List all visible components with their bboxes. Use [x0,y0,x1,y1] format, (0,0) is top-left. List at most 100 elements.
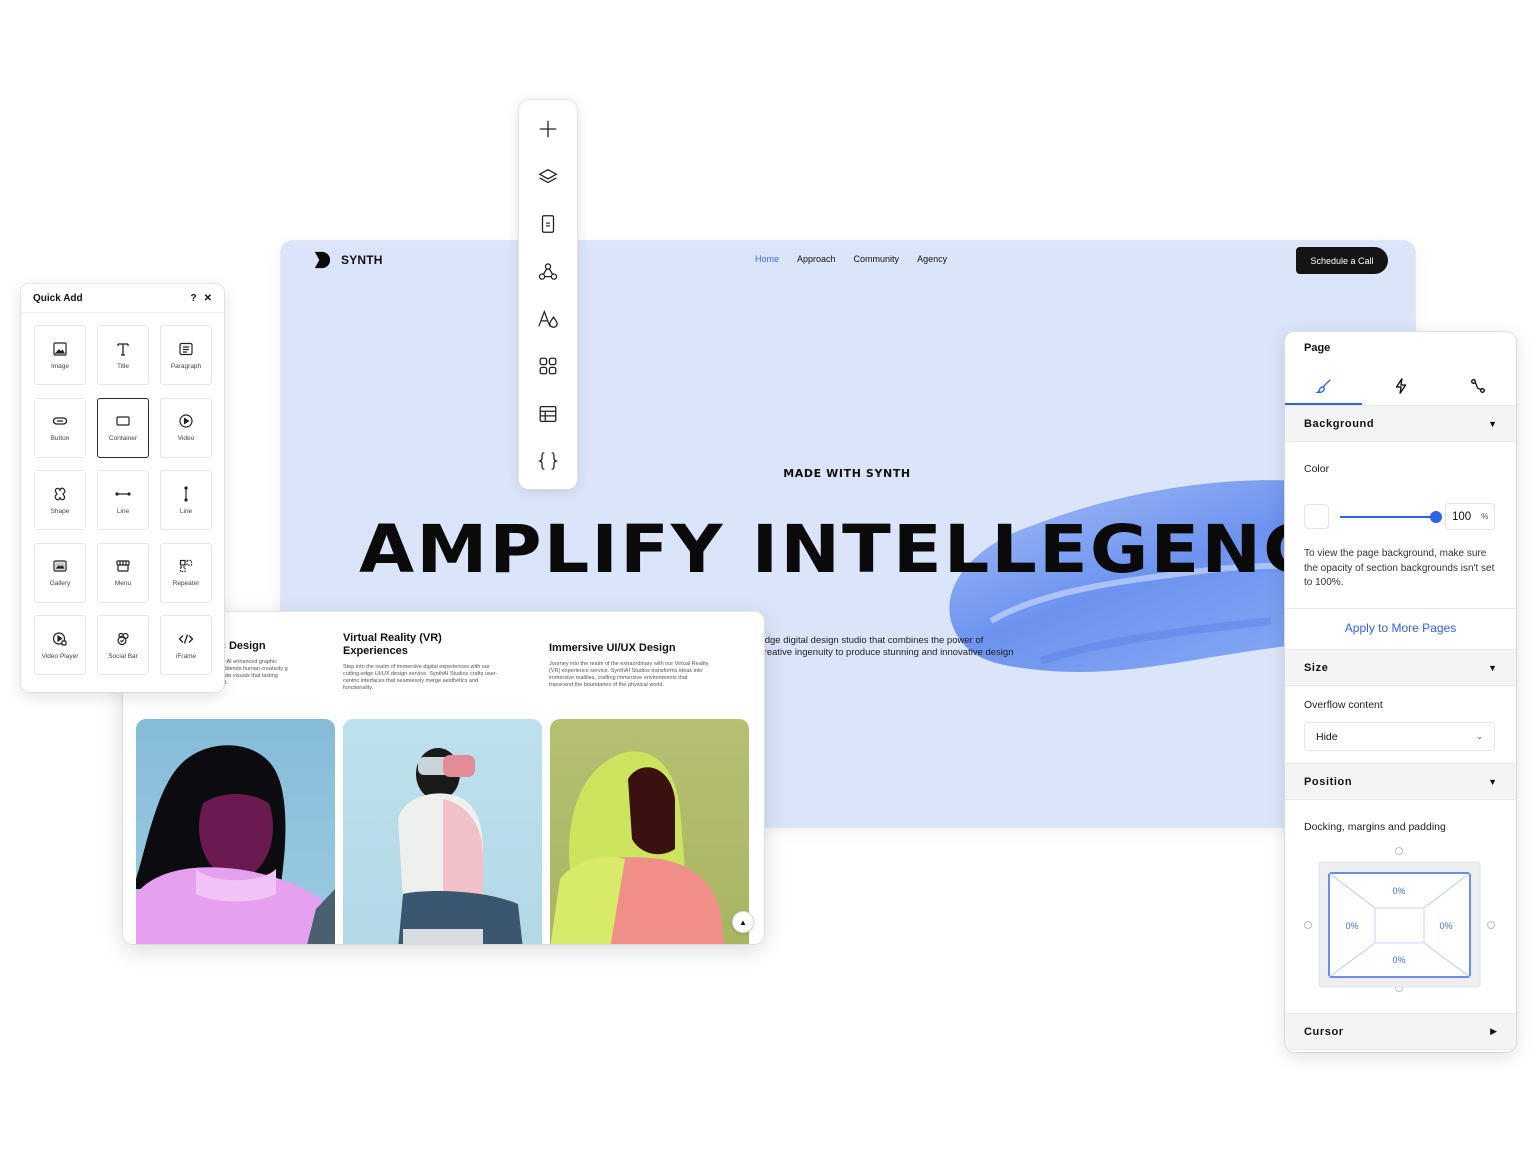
tab-connections[interactable] [1439,367,1516,405]
section-size-header[interactable]: Size ▼ [1285,649,1516,686]
quick-add-label: iFrame [175,652,197,660]
nav-agency[interactable]: Agency [917,254,947,264]
hero-subtitle-line: h creative ingenuity to produce stunning… [751,647,1014,658]
code-braces-icon [537,452,559,471]
typography-icon [538,309,558,328]
quick-add-gallery[interactable]: Gallery [34,542,86,603]
service-title: Immersive UI/UX Design [549,642,676,654]
quick-add-iframe[interactable]: iFrame [160,615,212,675]
margin-top-value[interactable]: 0% [1392,886,1405,896]
section-background-header[interactable]: Background ▼ [1285,405,1516,442]
margin-left-value[interactable]: 0% [1345,921,1358,931]
container-icon [116,416,130,426]
dock-top-handle[interactable] [1395,847,1403,855]
section-title: Position [1304,775,1353,788]
nav-approach[interactable]: Approach [797,254,836,264]
components-button[interactable] [528,252,568,291]
synth-logo-icon [314,251,331,269]
margin-right-value[interactable]: 0% [1439,921,1452,931]
quick-add-video-player[interactable]: Video Player [34,615,86,675]
color-label: Color [1304,463,1330,475]
page-icon [541,215,555,234]
quick-add-label: Repeater [172,580,200,587]
nodes-icon [538,262,558,280]
quick-add-grid: Image Title Paragraph Button Container V… [34,325,212,675]
schedule-call-button[interactable]: Schedule a Call [1296,247,1388,274]
color-swatch[interactable] [1304,504,1329,529]
quick-add-image[interactable]: Image [34,325,86,385]
cms-button[interactable] [528,394,568,433]
service-image [136,719,335,944]
opacity-slider-handle[interactable] [1430,511,1442,523]
inspector-panel: Page Background ▼ Color 100 % To view th… [1285,332,1516,1052]
quick-add-label: Menu [114,580,132,587]
quick-add-video[interactable]: Video [160,397,212,458]
quick-add-label: Line [116,507,130,515]
service-column: Virtual Reality (VR) Experiences Step in… [343,632,503,692]
quick-add-container[interactable]: Container [97,397,149,458]
opacity-input[interactable]: 100 % [1445,503,1495,530]
docking-margin-widget: 0% 0% 0% 0% [1304,847,1495,992]
close-icon[interactable]: ✕ [204,293,212,304]
site-logo[interactable]: SYNTH [313,251,383,269]
background-hint: To view the page background, make sure t… [1304,548,1495,588]
quick-add-label: Paragraph [170,362,202,370]
section-title: Size [1304,661,1329,674]
vertical-line-icon [184,485,188,502]
button-icon [52,417,68,425]
paragraph-icon [179,342,193,355]
video-player-icon [52,631,67,646]
horizontal-line-icon [115,491,131,496]
iframe-icon [178,633,194,644]
quick-add-label: Title [116,362,130,370]
opacity-slider[interactable] [1340,511,1442,523]
quick-add-title: Quick Add [33,292,83,304]
quick-add-panel: Quick Add ? ✕ Image Title Paragraph Butt… [21,284,224,692]
shape-icon [54,487,66,500]
inspector-title: Page [1304,342,1331,354]
overflow-select[interactable]: Hide ⌄ [1304,722,1495,751]
apply-to-more-pages-link[interactable]: Apply to More Pages [1285,621,1516,635]
quick-add-repeater[interactable]: Repeater [160,542,212,603]
apps-button[interactable] [528,347,568,386]
dock-right-handle[interactable] [1487,921,1495,929]
nav-community[interactable]: Community [854,254,900,264]
quick-add-header: Quick Add ? ✕ [21,284,224,313]
quick-add-title[interactable]: Title [97,325,149,385]
quick-add-paragraph[interactable]: Paragraph [160,325,212,385]
layers-icon [538,168,558,184]
inspector-tabs [1285,367,1516,405]
quick-add-label: Button [50,435,70,442]
quick-add-social-bar[interactable]: Social Bar [97,615,149,675]
add-elements-button[interactable] [528,110,568,149]
dock-left-handle[interactable] [1304,921,1312,929]
apps-grid-icon [539,357,557,375]
hero-eyebrow-text: MADE WITH SYNTH [783,467,911,480]
title-icon [117,342,129,356]
menu-icon [116,560,130,572]
pages-button[interactable] [528,205,568,244]
design-button[interactable] [528,300,568,339]
tab-interactions[interactable] [1362,367,1439,405]
section-cursor-header[interactable]: Cursor ▶ [1285,1013,1516,1050]
scroll-to-top-button[interactable]: ▲ [732,911,754,933]
repeater-icon [179,559,193,573]
quick-add-menu[interactable]: Menu [97,542,149,603]
layers-button[interactable] [528,157,568,196]
tab-design[interactable] [1285,367,1362,405]
table-icon [539,405,557,422]
code-button[interactable] [528,442,568,481]
nav-home[interactable]: Home [755,254,779,264]
quick-add-shape[interactable]: Shape [34,470,86,530]
quick-add-horizontal-line[interactable]: Line [97,470,149,530]
quick-add-vertical-line[interactable]: Line [160,470,212,530]
section-position-header[interactable]: Position ▼ [1285,763,1516,800]
chevron-down-icon: ⌄ [1476,732,1483,741]
section-title: Cursor [1304,1025,1344,1038]
hero-subtitle-line: g-edge digital design studio that combin… [751,635,984,646]
quick-add-button[interactable]: Button [34,397,86,458]
quick-add-label: Video [177,435,195,442]
help-icon[interactable]: ? [191,293,197,304]
gallery-icon [53,560,67,572]
margin-bottom-value[interactable]: 0% [1392,955,1405,965]
